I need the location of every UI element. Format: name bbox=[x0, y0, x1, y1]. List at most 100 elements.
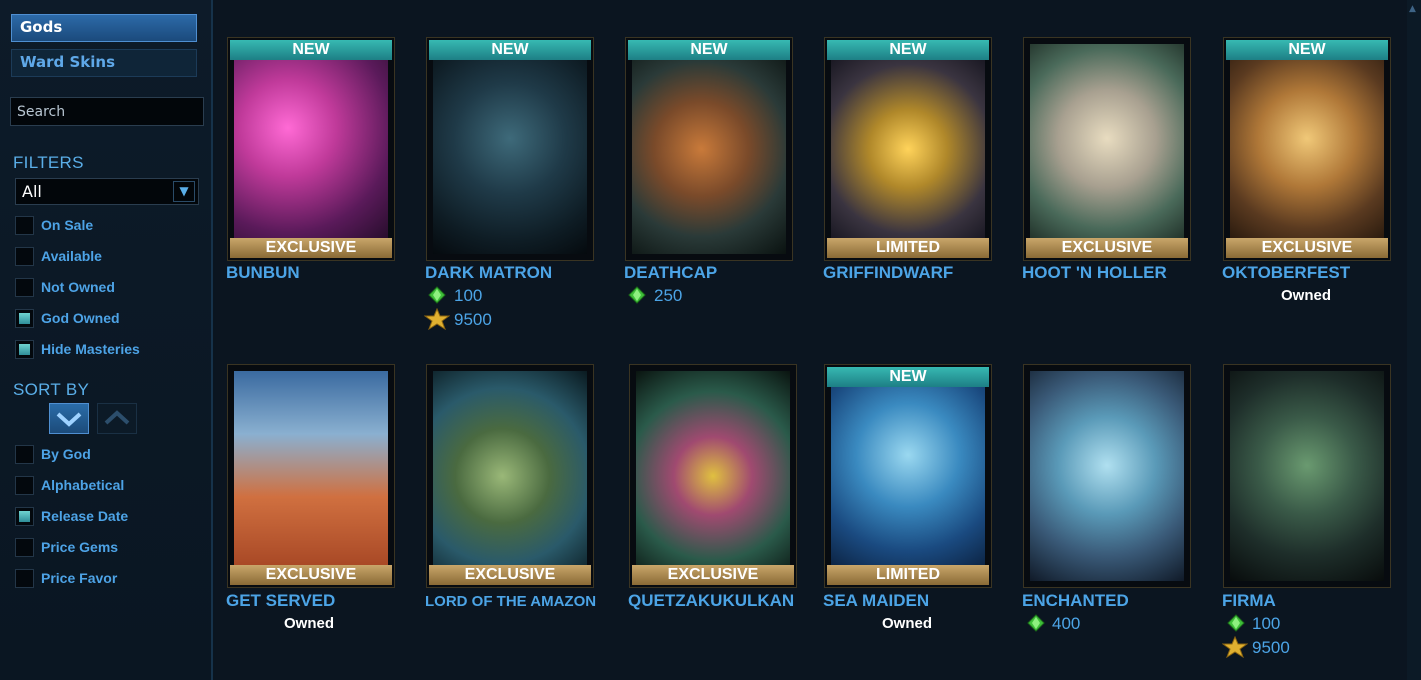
skin-name: ENCHANTED bbox=[1022, 591, 1129, 610]
sort-descending-button[interactable] bbox=[49, 403, 89, 434]
skin-art bbox=[433, 44, 587, 254]
tab-ward-skins[interactable]: Ward Skins bbox=[11, 49, 197, 77]
skin-art bbox=[636, 371, 790, 581]
sort-label: By God bbox=[41, 446, 91, 462]
new-badge: NEW bbox=[628, 40, 790, 60]
exclusive-badge: EXCLUSIVE bbox=[230, 238, 392, 258]
chevron-up-icon: ▲ bbox=[1409, 4, 1416, 14]
gem-price: 250 bbox=[654, 286, 683, 305]
skin-card-sea-maiden[interactable]: NEW LIMITED bbox=[824, 364, 992, 588]
search-input[interactable] bbox=[10, 97, 204, 126]
chevron-up-icon bbox=[104, 410, 130, 425]
new-badge: NEW bbox=[429, 40, 591, 60]
skin-card-bunbun[interactable]: NEW EXCLUSIVE bbox=[227, 37, 395, 261]
skin-name: DARK MATRON bbox=[425, 263, 553, 282]
skin-art bbox=[1030, 371, 1184, 581]
limited-badge: LIMITED bbox=[827, 238, 989, 258]
checkbox[interactable] bbox=[15, 216, 34, 235]
skin-card-deathcap[interactable]: NEW bbox=[625, 37, 793, 261]
favor-icon bbox=[424, 308, 450, 330]
checkbox[interactable] bbox=[15, 278, 34, 297]
skin-card-firma[interactable] bbox=[1223, 364, 1391, 588]
skin-art bbox=[1030, 44, 1184, 254]
owned-label: Owned bbox=[284, 615, 335, 632]
skin-card-dark-matron[interactable]: NEW bbox=[426, 37, 594, 261]
favor-price: 9500 bbox=[1252, 638, 1290, 657]
filter-label: On Sale bbox=[41, 217, 94, 233]
skin-art bbox=[1230, 44, 1384, 254]
checkbox[interactable] bbox=[15, 569, 34, 588]
filter-label: Hide Masteries bbox=[41, 341, 140, 357]
new-badge: NEW bbox=[827, 367, 989, 387]
skin-art bbox=[1230, 371, 1384, 581]
checkbox[interactable] bbox=[15, 445, 34, 464]
checkbox[interactable] bbox=[15, 538, 34, 557]
sort-label: Alphabetical bbox=[41, 477, 125, 493]
sidebar: Gods Ward Skins FILTERS All ▼ On Sale Av… bbox=[0, 0, 213, 680]
exclusive-badge: EXCLUSIVE bbox=[230, 565, 392, 585]
scrollbar[interactable]: ▲ bbox=[1407, 0, 1421, 680]
skin-card-lord-of-the-amazon[interactable]: EXCLUSIVE bbox=[426, 364, 594, 588]
owned-label: Owned bbox=[1281, 287, 1332, 304]
skin-art bbox=[234, 371, 388, 581]
skin-name: BUNBUN bbox=[226, 263, 300, 282]
gem-price: 400 bbox=[1052, 614, 1081, 633]
filter-label: Not Owned bbox=[41, 279, 115, 295]
exclusive-badge: EXCLUSIVE bbox=[429, 565, 591, 585]
new-badge: NEW bbox=[230, 40, 392, 60]
skin-name: GET SERVED bbox=[226, 591, 336, 610]
favor-icon bbox=[1222, 636, 1248, 658]
checkbox[interactable] bbox=[15, 476, 34, 495]
filter-label: Available bbox=[41, 248, 102, 264]
filter-label: God Owned bbox=[41, 310, 120, 326]
gem-icon bbox=[428, 286, 446, 304]
owned-label: Owned bbox=[882, 615, 933, 632]
skin-name: HOOT 'N HOLLER bbox=[1022, 263, 1167, 282]
skin-name: GRIFFINDWARF bbox=[823, 263, 954, 282]
tab-gods[interactable]: Gods bbox=[11, 14, 197, 42]
filter-dropdown-value: All bbox=[22, 182, 42, 201]
checkbox[interactable] bbox=[15, 309, 34, 328]
skin-card-enchanted[interactable] bbox=[1023, 364, 1191, 588]
sort-label: Release Date bbox=[41, 508, 129, 524]
skin-card-get-served[interactable]: EXCLUSIVE bbox=[227, 364, 395, 588]
skin-art bbox=[831, 371, 985, 581]
skin-name: LORD OF THE AMAZON bbox=[425, 593, 597, 610]
checkbox[interactable] bbox=[15, 247, 34, 266]
exclusive-badge: EXCLUSIVE bbox=[632, 565, 794, 585]
skin-card-hoot-n-holler[interactable]: EXCLUSIVE bbox=[1023, 37, 1191, 261]
skin-name: FIRMA bbox=[1222, 591, 1276, 610]
favor-price: 9500 bbox=[454, 310, 492, 329]
filters-heading: FILTERS bbox=[13, 153, 84, 172]
gem-icon bbox=[628, 286, 646, 304]
sort-label: Price Favor bbox=[41, 570, 118, 586]
skin-art bbox=[433, 371, 587, 581]
gem-icon bbox=[1227, 614, 1245, 632]
skin-card-griffindwarf[interactable]: NEW LIMITED bbox=[824, 37, 992, 261]
skin-art bbox=[632, 44, 786, 254]
skin-card-oktoberfest[interactable]: NEW EXCLUSIVE bbox=[1223, 37, 1391, 261]
gem-price: 100 bbox=[1252, 614, 1281, 633]
skin-card-quetzakukulkan[interactable]: EXCLUSIVE bbox=[629, 364, 797, 588]
skin-art bbox=[234, 44, 388, 254]
skin-art bbox=[831, 44, 985, 254]
skin-name: SEA MAIDEN bbox=[823, 591, 930, 610]
checkbox[interactable] bbox=[15, 507, 34, 526]
new-badge: NEW bbox=[1226, 40, 1388, 60]
exclusive-badge: EXCLUSIVE bbox=[1026, 238, 1188, 258]
skin-name: QUETZAKUKULKAN bbox=[628, 591, 795, 610]
filter-dropdown[interactable]: All ▼ bbox=[15, 178, 199, 205]
gem-icon bbox=[1027, 614, 1045, 632]
skin-name: OKTOBERFEST bbox=[1222, 263, 1351, 282]
sort-heading: SORT BY bbox=[13, 380, 90, 399]
exclusive-badge: EXCLUSIVE bbox=[1226, 238, 1388, 258]
chevron-down-icon bbox=[56, 412, 82, 427]
gem-price: 100 bbox=[454, 286, 483, 305]
sort-ascending-button[interactable] bbox=[97, 403, 137, 434]
chevron-down-icon: ▼ bbox=[173, 181, 195, 202]
limited-badge: LIMITED bbox=[827, 565, 989, 585]
checkbox[interactable] bbox=[15, 340, 34, 359]
skin-name: DEATHCAP bbox=[624, 263, 718, 282]
new-badge: NEW bbox=[827, 40, 989, 60]
sort-label: Price Gems bbox=[41, 539, 119, 555]
